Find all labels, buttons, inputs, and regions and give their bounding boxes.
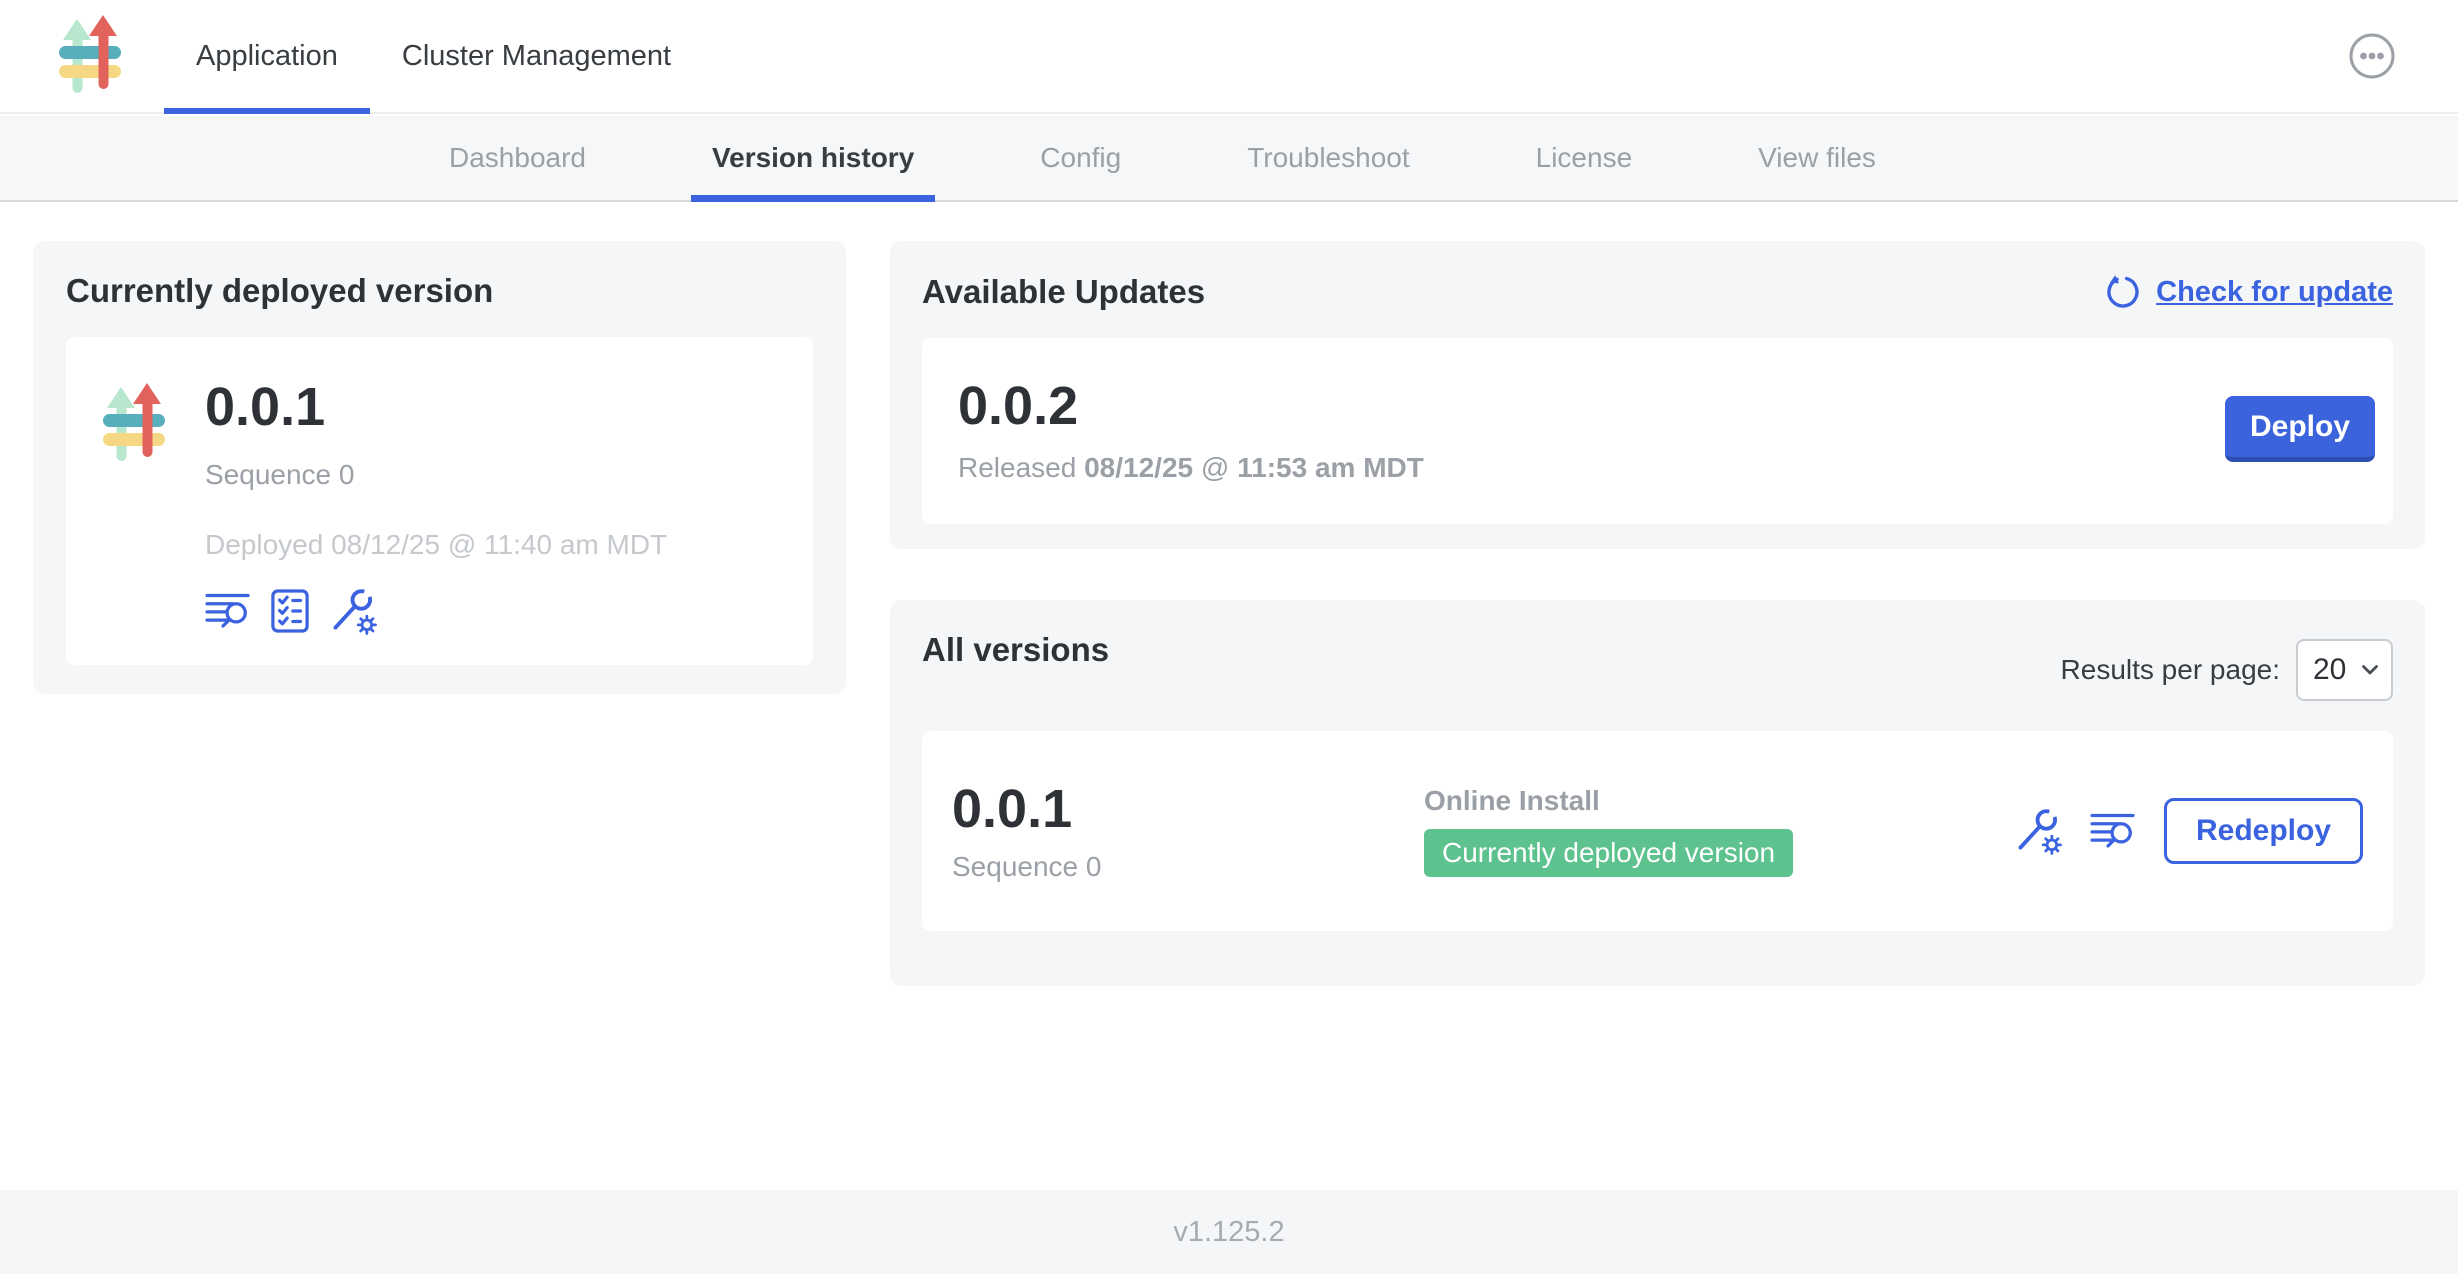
ellipsis-circle-icon <box>2348 32 2396 80</box>
deployed-version-panel: 0.0.1 Sequence 0 Deployed 08/12/25 @ 11:… <box>66 337 813 665</box>
row-sequence: Sequence 0 <box>952 851 1424 883</box>
redeploy-button[interactable]: Redeploy <box>2164 798 2363 864</box>
all-versions-title: All versions <box>922 631 1109 669</box>
currently-deployed-badge: Currently deployed version <box>1424 829 1793 877</box>
top-tab-application[interactable]: Application <box>164 0 370 112</box>
currently-deployed-card: Currently deployed version 0.0.1 Sequenc… <box>33 241 846 694</box>
chevron-down-icon <box>2362 665 2378 675</box>
row-version-number: 0.0.1 <box>952 779 1424 839</box>
deployed-card-title: Currently deployed version <box>66 272 813 310</box>
top-tab-cluster-management[interactable]: Cluster Management <box>370 0 703 112</box>
preflight-checks-icon[interactable] <box>271 589 309 633</box>
deployed-version-number: 0.0.1 <box>205 377 667 437</box>
all-versions-card: All versions Results per page: 20 0.0.1 … <box>890 600 2425 986</box>
view-logs-icon[interactable] <box>205 591 251 631</box>
deployed-sequence: Sequence 0 <box>205 459 667 491</box>
row-actions: Redeploy <box>2014 798 2363 864</box>
available-update-row: 0.0.2 Released 08/12/25 @ 11:53 am MDT D… <box>922 338 2393 524</box>
version-history-page: Currently deployed version 0.0.1 Sequenc… <box>0 204 2458 1190</box>
check-for-update-label: Check for update <box>2156 276 2393 309</box>
sub-tab-dashboard[interactable]: Dashboard <box>386 116 649 200</box>
refresh-icon <box>2103 272 2143 312</box>
sub-tab-license[interactable]: License <box>1473 116 1696 200</box>
app-sub-nav: Dashboard Version history Config Trouble… <box>0 116 2458 202</box>
results-per-page-label: Results per page: <box>2061 654 2280 686</box>
sub-tab-view-files[interactable]: View files <box>1695 116 1939 200</box>
top-nav: Application Cluster Management <box>0 0 2458 114</box>
app-logo-icon <box>58 15 122 99</box>
sub-tab-config[interactable]: Config <box>977 116 1184 200</box>
install-type-label: Online Install <box>1424 785 2014 817</box>
check-for-update-link[interactable]: Check for update <box>2103 272 2393 312</box>
view-logs-icon[interactable] <box>2090 811 2136 851</box>
update-released-timestamp: Released 08/12/25 @ 11:53 am MDT <box>958 452 2357 484</box>
available-updates-card: Available Updates Check for update 0.0.2… <box>890 241 2425 549</box>
results-per-page: Results per page: 20 <box>2061 639 2393 701</box>
update-version-number: 0.0.2 <box>958 376 2357 436</box>
available-updates-title: Available Updates <box>922 273 1205 311</box>
kots-admin-console: Application Cluster Management Dashboard… <box>0 0 2458 1274</box>
console-footer: v1.125.2 <box>0 1190 2458 1274</box>
results-per-page-select[interactable]: 20 <box>2296 639 2393 701</box>
sub-tab-version-history[interactable]: Version history <box>649 116 977 200</box>
deployed-timestamp: Deployed 08/12/25 @ 11:40 am MDT <box>205 529 667 561</box>
deployed-actions <box>205 587 667 635</box>
top-tab-bar: Application Cluster Management <box>164 0 703 112</box>
console-version: v1.125.2 <box>1173 1216 1284 1249</box>
edit-config-icon[interactable] <box>329 587 377 635</box>
edit-config-icon[interactable] <box>2014 807 2062 855</box>
overflow-menu-button[interactable] <box>2348 32 2396 80</box>
app-version-icon <box>102 383 166 467</box>
sub-tab-troubleshoot[interactable]: Troubleshoot <box>1184 116 1472 200</box>
version-row: 0.0.1 Sequence 0 Online Install Currentl… <box>922 731 2393 931</box>
deploy-button[interactable]: Deploy <box>2225 396 2375 462</box>
